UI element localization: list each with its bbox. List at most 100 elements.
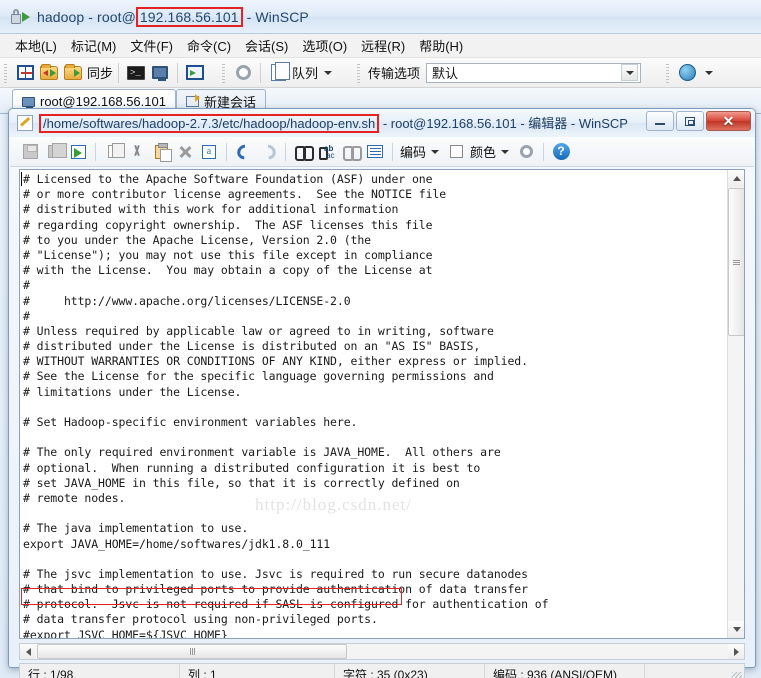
menu-item-file[interactable]: 文件(F): [123, 34, 180, 57]
new-session-icon: [186, 96, 199, 107]
editor-content[interactable]: # Licensed to the Apache Software Founda…: [23, 172, 724, 639]
page-title: hadoop - root@192.168.56.101 - WinSCP: [37, 7, 309, 27]
reload-icon[interactable]: [66, 140, 90, 164]
toolbar-grip-4[interactable]: [665, 63, 671, 83]
code-line: # to you under the Apache License, Versi…: [23, 233, 724, 248]
code-line: # regarding copyright ownership. The ASF…: [23, 218, 724, 233]
editor-title: /home/softwares/hadoop-2.7.3/etc/hadoop/…: [39, 113, 628, 133]
transfer-preset-combobox[interactable]: 默认: [426, 63, 641, 83]
monitor-icon: [22, 97, 35, 107]
menu-item-mark[interactable]: 标记(M): [64, 34, 124, 57]
code-line: # that bind to privileged ports to provi…: [23, 582, 724, 597]
encoding-label[interactable]: 编码: [400, 142, 426, 161]
code-line: #: [23, 309, 724, 324]
undo-icon[interactable]: [232, 140, 256, 164]
code-line: # The java implementation to use.: [23, 521, 724, 536]
synchronize-folders-icon[interactable]: [37, 61, 61, 85]
winscp-lock-icon: [10, 7, 30, 27]
globe-dropdown-chevron-down-icon[interactable]: [705, 71, 713, 75]
copy-icon[interactable]: [101, 140, 125, 164]
preferences-gear-icon[interactable]: [231, 61, 255, 85]
save-icon[interactable]: [18, 140, 42, 164]
text-caret: [21, 172, 22, 186]
open-session-icon[interactable]: [148, 61, 172, 85]
toolbar-separator-2: [177, 63, 178, 83]
edit-pencil-icon: [17, 115, 33, 131]
queue-label[interactable]: 队列: [292, 63, 318, 82]
editor-toolbar: a abac 编码 颜色 ?: [10, 137, 754, 167]
session-tab-label: root@192.168.56.101: [40, 94, 166, 109]
redo-icon[interactable]: [256, 140, 280, 164]
maximize-button[interactable]: [676, 111, 704, 131]
horizontal-scrollbar[interactable]: [19, 643, 745, 660]
encoding-chevron-down-icon[interactable]: [431, 150, 439, 154]
code-line: # with the License. You may obtain a cop…: [23, 263, 724, 278]
synchronize-browsing-icon[interactable]: [13, 61, 37, 85]
menu-item-session[interactable]: 会话(S): [238, 34, 295, 57]
queue-dropdown-chevron-down-icon[interactable]: [324, 71, 332, 75]
code-line: # "License"); you may not use this file …: [23, 248, 724, 263]
main-toolbar: 同步 >_ 队列 传输选项 默认: [0, 58, 761, 88]
synchronize-icon[interactable]: [183, 61, 207, 85]
color-swatch-icon[interactable]: [444, 140, 468, 164]
globe-refresh-icon[interactable]: [675, 61, 699, 85]
editor-toolbar-separator-4: [392, 143, 393, 161]
editor-window-buttons: ✕: [646, 111, 751, 131]
scroll-up-icon[interactable]: [728, 170, 745, 187]
open-terminal-icon[interactable]: >_: [124, 61, 148, 85]
toolbar-grip-2[interactable]: [221, 63, 227, 83]
code-line: # data transfer protocol using non-privi…: [23, 612, 724, 627]
editor-toolbar-separator-1: [95, 143, 96, 161]
resize-grip-icon[interactable]: [732, 672, 742, 678]
code-line: # distributed under the License is distr…: [23, 339, 724, 354]
transfer-preset-chevron-down-icon[interactable]: [621, 64, 638, 81]
goto-line-icon[interactable]: [363, 140, 387, 164]
save-as-icon[interactable]: [42, 140, 66, 164]
settings-gear-icon[interactable]: [514, 140, 538, 164]
select-all-icon[interactable]: a: [197, 140, 221, 164]
scroll-left-icon[interactable]: [20, 644, 36, 659]
delete-icon[interactable]: [173, 140, 197, 164]
menu-item-options[interactable]: 选项(O): [295, 34, 354, 57]
menu-item-local[interactable]: 本地(L): [8, 34, 64, 57]
toolbar-grip-3[interactable]: [356, 63, 362, 83]
minimize-button[interactable]: [646, 111, 674, 131]
status-column: 列 : 1: [180, 664, 335, 678]
window-title-host-highlight: 192.168.56.101: [136, 7, 243, 27]
color-chevron-down-icon[interactable]: [501, 150, 509, 154]
code-line: # http://www.apache.org/licenses/LICENSE…: [23, 294, 724, 309]
vertical-scrollbar-thumb[interactable]: [728, 188, 745, 336]
scroll-right-icon[interactable]: [728, 644, 744, 659]
horizontal-scrollbar-thumb[interactable]: [37, 644, 347, 659]
replace-icon[interactable]: abac: [315, 140, 339, 164]
queue-icon[interactable]: [266, 61, 290, 85]
find-icon[interactable]: [291, 140, 315, 164]
vertical-scrollbar[interactable]: [727, 170, 744, 638]
menu-item-help[interactable]: 帮助(H): [412, 34, 470, 57]
code-line: # set JAVA_HOME in this file, so that it…: [23, 476, 724, 491]
editor-text-area[interactable]: # Licensed to the Apache Software Founda…: [19, 169, 745, 639]
help-glyph: ?: [553, 143, 570, 160]
sync-label[interactable]: 同步: [87, 63, 113, 82]
toolbar-grip[interactable]: [3, 63, 9, 83]
editor-window: /home/softwares/hadoop-2.7.3/etc/hadoop/…: [8, 108, 756, 668]
status-line: 行 : 1/98: [20, 664, 180, 678]
code-line: #export JSVC_HOME=${JSVC_HOME}: [23, 628, 724, 639]
paste-icon[interactable]: [149, 140, 173, 164]
status-character: 字符 : 35 (0x23): [335, 664, 485, 678]
code-line: # Set Hadoop-specific environment variab…: [23, 415, 724, 430]
code-line: # The jsvc implementation to use. Jsvc i…: [23, 567, 724, 582]
transfer-preset-value: 默认: [432, 63, 458, 82]
scroll-down-icon[interactable]: [728, 621, 745, 638]
menu-item-command[interactable]: 命令(C): [180, 34, 238, 57]
color-label[interactable]: 颜色: [470, 142, 496, 161]
close-button[interactable]: ✕: [706, 111, 751, 131]
help-icon[interactable]: ?: [549, 140, 573, 164]
refresh-folder-icon[interactable]: [61, 61, 85, 85]
code-line: # optional. When running a distributed c…: [23, 461, 724, 476]
editor-titlebar: /home/softwares/hadoop-2.7.3/etc/hadoop/…: [9, 109, 755, 137]
menu-item-remote[interactable]: 远程(R): [354, 34, 412, 57]
code-line: # WITHOUT WARRANTIES OR CONDITIONS OF AN…: [23, 354, 724, 369]
cut-icon[interactable]: [125, 140, 149, 164]
find-next-icon[interactable]: [339, 140, 363, 164]
